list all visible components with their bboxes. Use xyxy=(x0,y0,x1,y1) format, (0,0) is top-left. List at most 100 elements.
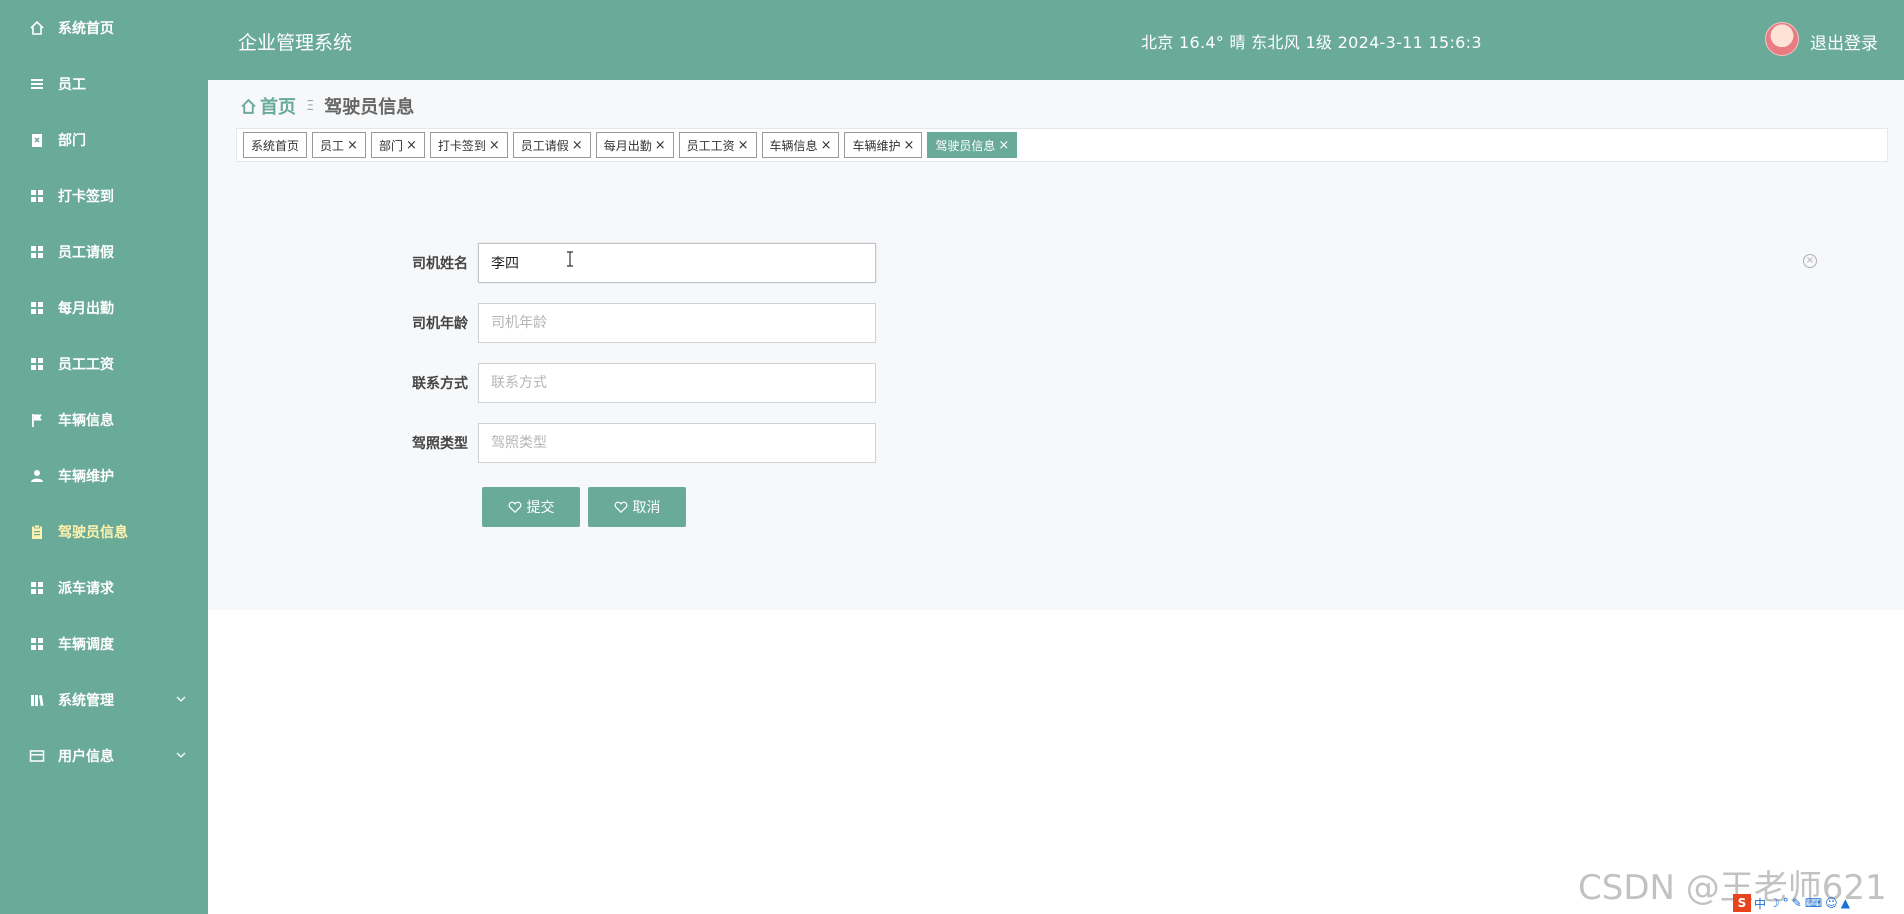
tag-label: 每月出勤 xyxy=(603,138,652,153)
sidebar-item-label: 派车请求 xyxy=(58,581,114,597)
tab-tag-bar: 系统首页 员工 × 部门 × 打卡签到 × 员工请假 × 每月出勤 × 员工工资 × 车辆信… xyxy=(236,128,1888,162)
contact-label: 联系方式 xyxy=(412,376,468,392)
settings-icon: ✎ xyxy=(1791,896,1802,910)
grid-icon xyxy=(28,355,46,373)
list-icon xyxy=(28,75,46,93)
tag-label: 打卡签到 xyxy=(437,138,486,153)
sidebar-item-label: 员工请假 xyxy=(58,245,114,261)
breadcrumb-separator: Ξ xyxy=(306,98,315,114)
close-icon[interactable]: × xyxy=(572,138,583,153)
sidebar-item-driver-info[interactable]: 驾驶员信息 xyxy=(0,504,208,560)
close-icon[interactable]: × xyxy=(655,138,666,153)
tag-salary[interactable]: 员工工资 × xyxy=(678,132,757,158)
home-icon xyxy=(241,98,256,114)
ime-toolbar: S 中 ☽ ° ✎ ⌨ ☺ ▲ xyxy=(1733,893,1850,913)
license-type-input[interactable] xyxy=(478,423,876,463)
card-icon xyxy=(28,747,46,765)
tag-driver-info[interactable]: 驾驶员信息 × xyxy=(927,132,1018,158)
sidebar-item-vehicle-dispatch[interactable]: 车辆调度 xyxy=(0,616,208,672)
grid-icon xyxy=(28,243,46,261)
sidebar-item-attendance[interactable]: 每月出勤 xyxy=(0,280,208,336)
close-icon[interactable]: × xyxy=(489,138,500,153)
sidebar-item-employee[interactable]: 员工 xyxy=(0,56,208,112)
sogou-ime-icon[interactable]: S xyxy=(1733,894,1751,912)
sidebar-item-label: 每月出勤 xyxy=(58,301,114,317)
close-icon[interactable]: × xyxy=(347,138,358,153)
tag-department[interactable]: 部门 × xyxy=(370,132,425,158)
tag-vehicle-info[interactable]: 车辆信息 × xyxy=(761,132,840,158)
sidebar-item-user-info[interactable]: 用户信息 xyxy=(0,728,208,784)
app-title: 企业管理系统 xyxy=(238,32,353,54)
heart-icon xyxy=(614,501,627,514)
tag-attendance[interactable]: 每月出勤 × xyxy=(595,132,674,158)
tag-employee[interactable]: 员工 × xyxy=(312,132,366,158)
keyboard-icon: ⌨ xyxy=(1804,896,1823,910)
top-header: 企业管理系统 北京 16.4° 晴 东北风 1级 2024-3-11 15:6:… xyxy=(208,0,1904,80)
sidebar-item-salary[interactable]: 员工工资 xyxy=(0,336,208,392)
submit-label: 提交 xyxy=(526,499,555,515)
sidebar-item-label: 系统管理 xyxy=(58,693,114,709)
close-circle-icon[interactable]: × xyxy=(1803,254,1817,268)
breadcrumb: 首页 Ξ 驾驶员信息 xyxy=(240,93,414,119)
driver-name-input[interactable] xyxy=(478,243,876,283)
contact-input[interactable] xyxy=(478,363,876,403)
weather-datetime: 北京 16.4° 晴 东北风 1级 2024-3-11 15:6:3 xyxy=(1141,33,1482,52)
sidebar-item-label: 员工工资 xyxy=(58,357,114,373)
tag-home[interactable]: 系统首页 xyxy=(243,132,308,158)
book-icon xyxy=(28,691,46,709)
form-row-contact: 联系方式 xyxy=(380,363,876,403)
sidebar-item-department[interactable]: 部门 xyxy=(0,112,208,168)
grid-icon xyxy=(28,187,46,205)
submit-button[interactable]: 提交 xyxy=(482,487,580,527)
grid-icon xyxy=(28,579,46,597)
logout-link[interactable]: 退出登录 xyxy=(1810,29,1878,54)
clipboard-icon xyxy=(28,131,46,149)
sidebar-item-label: 用户信息 xyxy=(58,749,114,765)
form-row-name: 司机姓名 xyxy=(380,243,876,283)
punctuation-icon: ° xyxy=(1782,896,1789,910)
close-icon[interactable]: × xyxy=(738,138,749,153)
sidebar-item-system-management[interactable]: 系统管理 xyxy=(0,672,208,728)
tag-label: 系统首页 xyxy=(251,138,300,153)
close-icon[interactable]: × xyxy=(998,138,1009,153)
sidebar-item-dispatch-request[interactable]: 派车请求 xyxy=(0,560,208,616)
sidebar-item-label: 部门 xyxy=(58,133,86,149)
cancel-button[interactable]: 取消 xyxy=(588,487,686,527)
sidebar-item-vehicle-maintenance[interactable]: 车辆维护 xyxy=(0,448,208,504)
chevron-down-icon xyxy=(176,752,186,758)
sidebar-item-label: 驾驶员信息 xyxy=(58,525,128,541)
close-icon[interactable]: × xyxy=(406,138,417,153)
sidebar-item-home[interactable]: 系统首页 xyxy=(0,0,208,56)
breadcrumb-home[interactable]: 首页 xyxy=(240,93,296,119)
tag-label: 员工请假 xyxy=(520,138,569,153)
sidebar-item-leave[interactable]: 员工请假 xyxy=(0,224,208,280)
moon-icon: ☽ xyxy=(1769,896,1780,910)
sidebar-item-vehicle-info[interactable]: 车辆信息 xyxy=(0,392,208,448)
tag-label: 员工工资 xyxy=(686,138,735,153)
text-cursor-icon xyxy=(567,251,573,267)
cancel-label: 取消 xyxy=(632,499,661,515)
flag-icon xyxy=(28,411,46,429)
tag-label: 车辆维护 xyxy=(852,138,901,153)
tag-label: 车辆信息 xyxy=(769,138,818,153)
grid-icon xyxy=(28,299,46,317)
clipboard-icon xyxy=(28,523,46,541)
driver-age-label: 司机年龄 xyxy=(412,316,468,332)
tag-leave[interactable]: 员工请假 × xyxy=(512,132,591,158)
close-icon[interactable]: × xyxy=(821,138,832,153)
tag-vehicle-maintenance[interactable]: 车辆维护 × xyxy=(844,132,923,158)
user-icon xyxy=(28,467,46,485)
grid-icon xyxy=(28,635,46,653)
driver-age-input[interactable] xyxy=(478,303,876,343)
avatar xyxy=(1765,22,1799,56)
tag-checkin[interactable]: 打卡签到 × xyxy=(429,132,508,158)
user-icon: ☺ xyxy=(1825,896,1838,910)
heart-icon xyxy=(508,501,521,514)
sidebar-item-label: 车辆调度 xyxy=(58,637,114,653)
chevron-down-icon xyxy=(176,696,186,702)
sidebar-item-label: 系统首页 xyxy=(58,21,114,37)
close-icon[interactable]: × xyxy=(903,138,914,153)
sidebar-item-checkin[interactable]: 打卡签到 xyxy=(0,168,208,224)
license-type-label: 驾照类型 xyxy=(412,436,468,452)
ime-mode-label[interactable]: 中 xyxy=(1754,895,1766,912)
